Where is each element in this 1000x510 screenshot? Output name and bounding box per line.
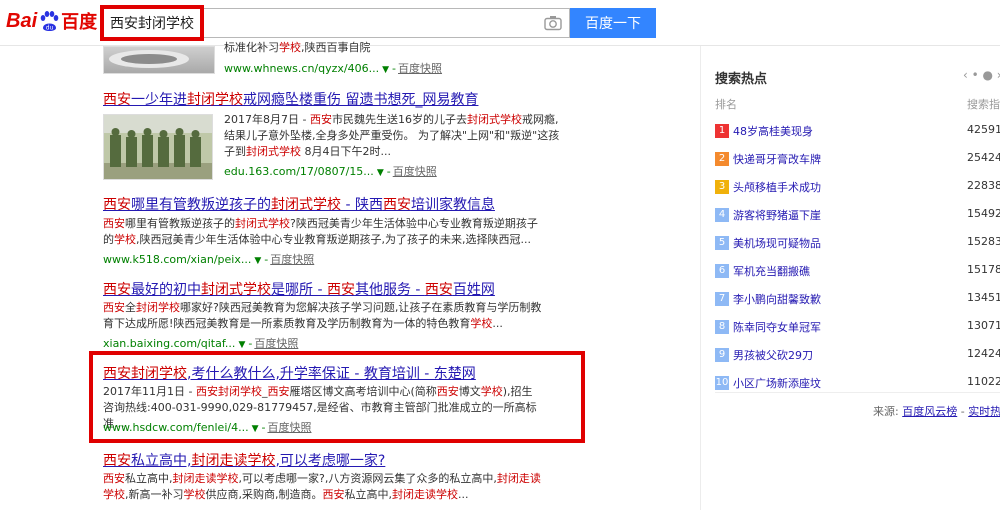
camera-icon[interactable]: [544, 15, 562, 31]
hot-search-index: 22838: [967, 179, 1000, 192]
index-column-header: 搜索指: [967, 98, 1000, 111]
hot-search-word[interactable]: 快递哥牙膏改车牌: [733, 151, 821, 167]
hot-search-word[interactable]: 陈幸同夺女单冠军: [733, 319, 821, 335]
hot-search-item[interactable]: 2 快递哥牙膏改车牌 25424: [715, 151, 1000, 169]
rank-badge: 3: [715, 180, 729, 194]
hot-search-panel: 搜索热点 ‹ • ● › 排名 搜索指 1 48岁高桂美现身 42591 2 快递哥牙膏…: [700, 46, 1000, 510]
rank-badge: 1: [715, 124, 729, 138]
dropdown-arrow-icon[interactable]: ▼: [238, 340, 245, 350]
result-url-line: www.whnews.cn/qyzx/406... ▼ - 百度快照: [224, 62, 443, 75]
baidu-logo[interactable]: Bai du 百度: [6, 6, 97, 36]
rank-badge: 8: [715, 320, 729, 334]
dropdown-arrow-icon[interactable]: ▼: [382, 65, 389, 75]
result-title[interactable]: 西安最好的初中封闭式学校是哪所 - 西安其他服务 - 西安百姓网: [103, 279, 495, 299]
snapshot-link[interactable]: 百度快照: [254, 337, 298, 350]
realtime-link[interactable]: 实时热: [968, 405, 1000, 418]
carousel-pager[interactable]: ‹ • ● ›: [963, 68, 1000, 82]
rank-badge: 6: [715, 264, 729, 278]
hot-search-index: 13451: [967, 291, 1000, 304]
hot-search-word[interactable]: 美机场现可疑物品: [733, 235, 821, 251]
hot-search-title: 搜索热点: [715, 72, 768, 87]
snapshot-link[interactable]: 百度快照: [270, 253, 314, 266]
hot-search-item[interactable]: 8 陈幸同夺女单冠军 13071: [715, 319, 1000, 337]
result-title[interactable]: 西安一少年进封闭学校戒网瘾坠楼重伤 留遗书想死_网易教育: [103, 89, 478, 109]
rank-badge: 7: [715, 292, 729, 306]
result-abstract: 标准化补习学校,陕西百事自院: [224, 41, 371, 54]
hot-search-word[interactable]: 李小鹏向甜馨致歉: [733, 291, 821, 307]
result-abstract: 西安全封闭学校哪家好?陕西冠美教育为您解决孩子学习问题,让孩子在素质教育与学历制…: [103, 301, 542, 330]
result-url[interactable]: www.whnews.cn/qyzx/406...: [224, 62, 379, 75]
result-url-line: www.k518.com/xian/peix... ▼ - 百度快照: [103, 253, 315, 266]
hot-search-word[interactable]: 游客将野猪逼下崖: [733, 207, 821, 223]
result-thumbnail[interactable]: [103, 46, 215, 74]
dropdown-arrow-icon[interactable]: ▼: [377, 168, 384, 178]
hot-search-item[interactable]: 1 48岁高桂美现身 42591: [715, 123, 1000, 141]
hot-search-index: 42591: [967, 123, 1000, 136]
snapshot-link[interactable]: 百度快照: [393, 165, 437, 178]
result-url-line: edu.163.com/17/0807/15... ▼ - 百度快照: [224, 165, 437, 178]
hot-search-index: 15492: [967, 207, 1000, 220]
search-button[interactable]: 百度一下: [570, 8, 656, 38]
hot-search-item[interactable]: 6 军机充当翻搬礁 15178: [715, 263, 1000, 281]
hot-search-index: 11022: [967, 375, 1000, 388]
hot-search-item[interactable]: 9 男孩被父砍29刀 12424: [715, 347, 1000, 365]
hot-search-item[interactable]: 5 美机场现可疑物品 15283: [715, 235, 1000, 253]
result-title[interactable]: 西安私立高中,封闭走读学校,可以考虑哪一家?: [103, 450, 385, 470]
snapshot-link[interactable]: 百度快照: [398, 62, 442, 75]
hot-search-word[interactable]: 小区广场新添座坟: [733, 375, 821, 391]
hot-search-index: 12424: [967, 347, 1000, 360]
rank-badge: 2: [715, 152, 729, 166]
hot-search-index: 13071: [967, 319, 1000, 332]
result-url[interactable]: edu.163.com/17/0807/15...: [224, 165, 374, 178]
result-abstract: 2017年8月7日 - 西安市民魏先生送16岁的儿子去封闭式学校戒网瘾,结果儿子…: [224, 113, 560, 158]
hot-search-item[interactable]: 10 小区广场新添座坟 11022: [715, 375, 1000, 393]
hot-search-item[interactable]: 3 头颅移植手术成功 22838: [715, 179, 1000, 197]
divider: [715, 392, 1000, 393]
result-url[interactable]: www.k518.com/xian/peix...: [103, 253, 251, 266]
hot-search-item[interactable]: 4 游客将野猪逼下崖 15492: [715, 207, 1000, 225]
fengyun-link[interactable]: 百度风云榜: [902, 405, 957, 418]
logo-bai-text: Bai: [6, 9, 38, 32]
result-thumbnail[interactable]: [103, 114, 213, 180]
result-url-line: xian.baixing.com/qitaf... ▼ - 百度快照: [103, 337, 299, 350]
rank-badge: 4: [715, 208, 729, 222]
rank-badge: 10: [715, 376, 729, 390]
hot-search-index: 15178: [967, 263, 1000, 276]
hot-search-word[interactable]: 军机充当翻搬礁: [733, 263, 810, 279]
hot-search-item[interactable]: 7 李小鹏向甜馨致歉 13451: [715, 291, 1000, 309]
rank-column-header: 排名: [715, 98, 737, 111]
rank-badge: 5: [715, 236, 729, 250]
hot-search-index: 25424: [967, 151, 1000, 164]
result-title[interactable]: 西安哪里有管教叛逆孩子的封闭式学校 - 陕西西安培训家教信息: [103, 194, 495, 214]
rank-badge: 9: [715, 348, 729, 362]
hot-search-word[interactable]: 48岁高桂美现身: [733, 123, 813, 139]
result-abstract: 西安私立高中,封闭走读学校,可以考虑哪一家?,八方资源网云集了众多的私立高中,封…: [103, 472, 541, 501]
result-abstract: 西安哪里有管教叛逆孩子的封闭式学校?陕西冠美青少年生活体验中心专业教育叛逆期孩子…: [103, 217, 538, 246]
dropdown-arrow-icon[interactable]: ▼: [254, 256, 261, 266]
query-highlight-box: [100, 5, 204, 41]
hot-search-word[interactable]: 头颅移植手术成功: [733, 179, 821, 195]
logo-du-text: du: [46, 25, 54, 32]
hot-search-index: 15283: [967, 235, 1000, 248]
hot-search-source: 来源: 百度风云榜 - 实时热: [873, 405, 1000, 418]
result-highlight-box: [89, 351, 585, 443]
hot-search-word[interactable]: 男孩被父砍29刀: [733, 347, 813, 363]
result-url[interactable]: xian.baixing.com/qitaf...: [103, 337, 235, 350]
paw-icon: du: [38, 10, 60, 32]
logo-baidu-cn: 百度: [61, 12, 98, 33]
hot-search-header: 排名 搜索指: [715, 96, 1000, 112]
